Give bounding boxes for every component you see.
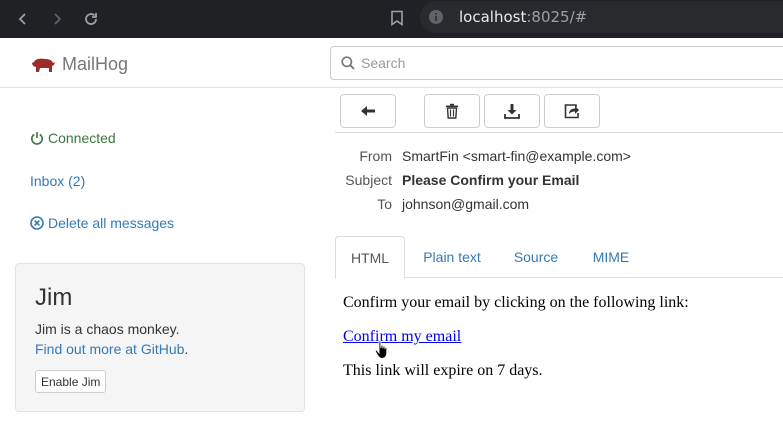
reload-icon [85,13,97,25]
download-button[interactable] [484,94,540,128]
tab-mime[interactable]: MIME [581,236,641,278]
jim-link-suffix: . [184,341,189,357]
delete-all-label: Delete all messages [48,215,175,231]
back-nav-button[interactable] [9,5,37,33]
site-info-icon[interactable] [428,9,444,25]
brand-link[interactable]: MailHog [31,54,128,75]
url-text: localhost:8025/# [459,8,587,26]
jim-github-link[interactable]: Find out more at GitHub [35,341,184,357]
subject-value: Please Confirm your Email [402,172,580,188]
forward-nav-button[interactable] [43,5,71,33]
inbox-link[interactable]: Inbox (2) [30,173,85,189]
share-icon [564,104,579,119]
jim-description: Jim is a chaos monkey. [35,321,180,337]
tab-plain-text[interactable]: Plain text [411,236,493,278]
arrow-left-icon [361,106,375,116]
inbox-label: Inbox (2) [30,173,86,189]
bookmark-button[interactable] [384,5,410,31]
connection-status-label: Connected [48,130,116,146]
brand-name: MailHog [62,54,129,74]
message-tabs: HTML Plain text Source MIME [335,236,783,279]
to-value: johnson@gmail.com [402,196,530,212]
from-value: SmartFin <smart-fin@example.com> [402,148,631,164]
hand-cursor-icon [374,340,388,359]
jim-title: Jim [35,284,73,311]
tab-html[interactable]: HTML [335,236,405,279]
message-toolbar [335,89,783,133]
delete-button[interactable] [424,94,480,128]
remove-circle-icon [30,216,44,230]
subject-label: Subject [345,172,392,188]
release-button[interactable] [544,94,600,128]
trash-icon [446,103,458,119]
jim-link-line: Find out more at GitHub. [35,341,188,357]
bookmark-icon [391,10,403,26]
body-intro: Confirm your email by clicking on the fo… [343,294,689,311]
reload-button[interactable] [77,5,105,33]
url-host: localhost [459,8,527,26]
forward-arrow-icon [54,13,62,25]
delete-all-messages-link[interactable]: Delete all messages [30,215,174,231]
from-label: From [359,148,392,164]
to-label: To [377,196,392,212]
browser-toolbar: localhost:8025/# [0,0,783,38]
download-icon [504,104,520,119]
jim-panel: Jim Jim is a chaos monkey. Find out more… [15,263,305,412]
url-path: :8025/# [526,8,588,26]
connection-status: Connected [30,130,116,146]
tab-source[interactable]: Source [505,236,567,278]
back-button[interactable] [340,94,396,128]
app-header: MailHog [0,38,783,88]
body-expiry: This link will expire on 7 days. [343,362,543,379]
search-box[interactable] [330,46,783,80]
pig-logo-icon [32,58,55,72]
confirm-email-link[interactable]: Confirm my email [343,328,461,345]
search-icon [341,56,355,70]
back-arrow-icon [18,13,26,25]
address-bar[interactable]: localhost:8025/# [420,1,783,33]
enable-jim-button[interactable]: Enable Jim [35,370,107,393]
search-input[interactable] [361,47,781,79]
power-icon [30,131,44,145]
